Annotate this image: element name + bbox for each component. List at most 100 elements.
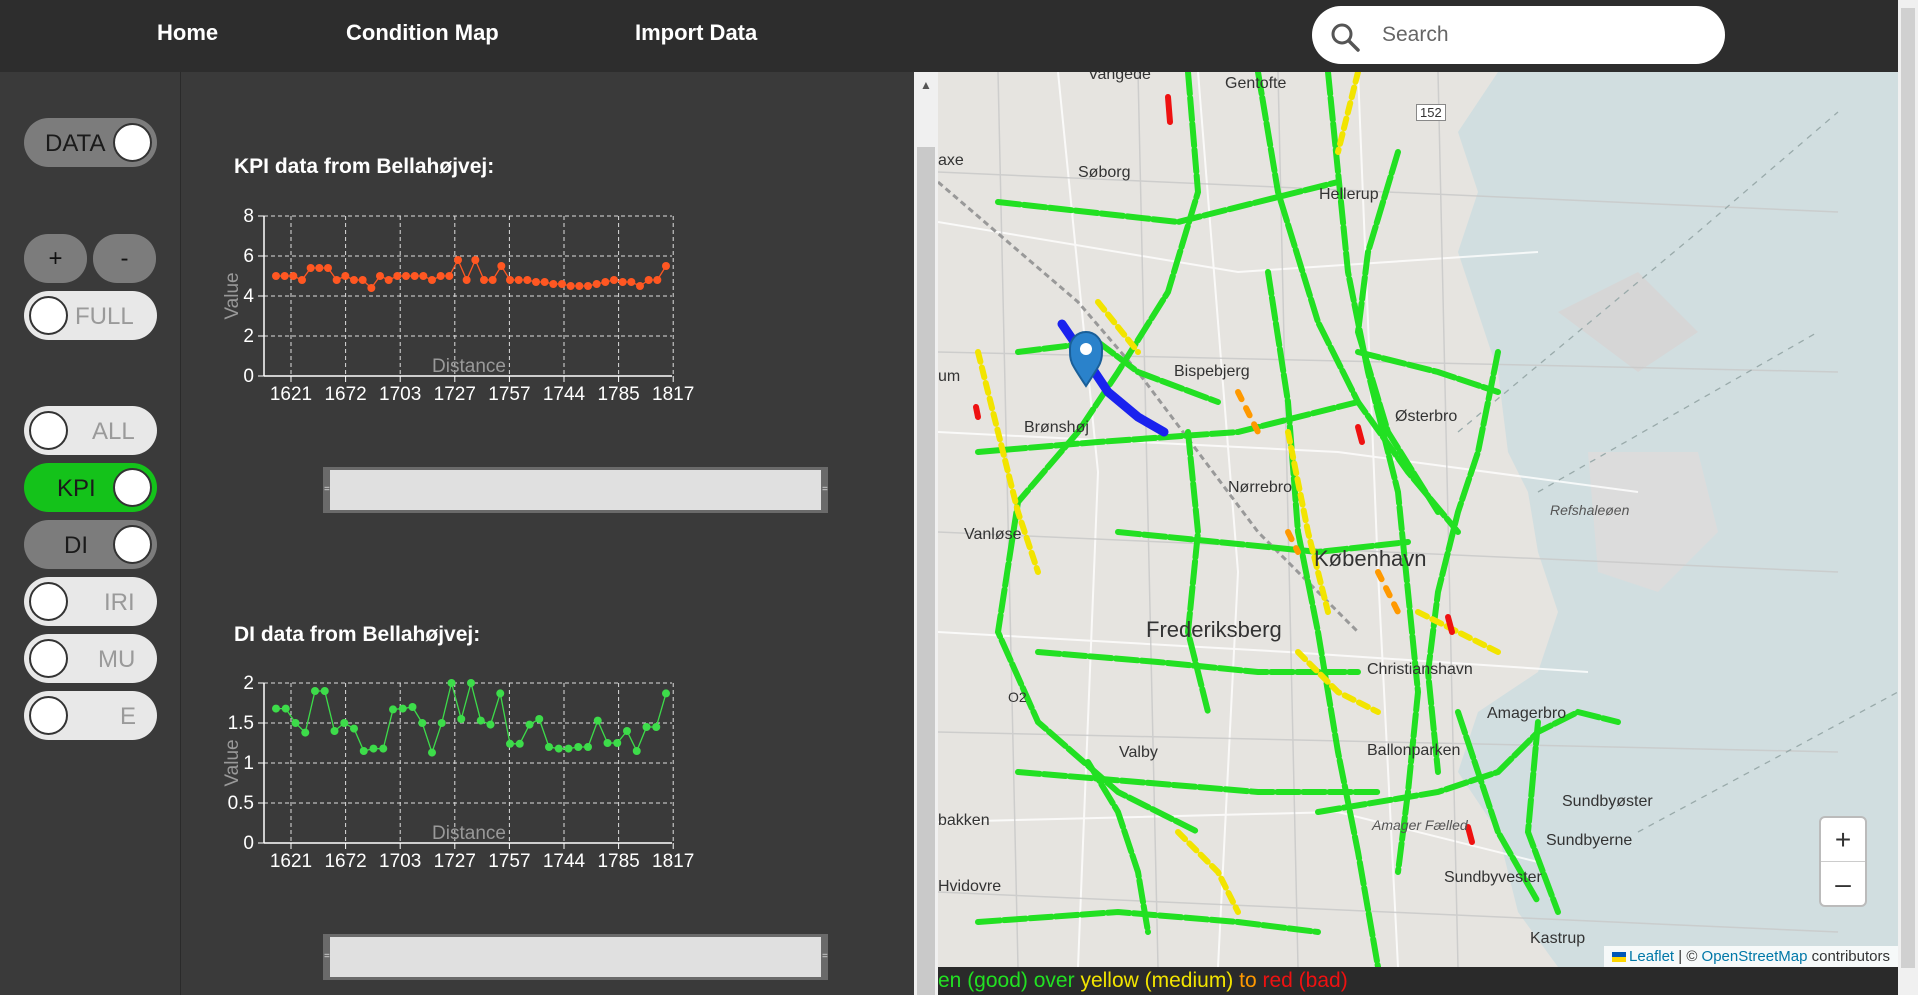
- layer-toggle-mu[interactable]: MU: [24, 634, 157, 683]
- layer-toggle-e[interactable]: E: [24, 691, 157, 740]
- map-label: Amager Fælled: [1372, 817, 1468, 833]
- toggle-knob: [29, 296, 68, 335]
- di-range-slider[interactable]: = =: [323, 934, 828, 980]
- map-label: Valby: [1119, 744, 1158, 761]
- x-tick-label: 1744: [543, 851, 586, 872]
- data-point: [445, 272, 454, 280]
- x-tick-label: 1757: [488, 851, 530, 872]
- data-point: [662, 689, 670, 698]
- map-label: Hellerup: [1319, 186, 1379, 203]
- data-point: [610, 276, 618, 284]
- data-point: [601, 278, 610, 286]
- kpi-range-slider[interactable]: = =: [323, 467, 828, 513]
- search-input[interactable]: [1382, 20, 1702, 50]
- data-point: [575, 282, 584, 290]
- data-point: [358, 276, 367, 284]
- data-point: [467, 679, 475, 687]
- x-tick-label: 1727: [434, 851, 476, 872]
- layer-toggle-iri[interactable]: IRI: [24, 577, 157, 626]
- map-attribution: Leaflet | © OpenStreetMap contributors: [1604, 946, 1898, 967]
- x-axis-label: Distance: [432, 356, 506, 377]
- map-label: Østerbro: [1395, 408, 1458, 425]
- data-point: [454, 256, 462, 264]
- nav-condition-map[interactable]: Condition Map: [346, 20, 499, 46]
- data-point: [367, 284, 376, 292]
- scrollbar-thumb[interactable]: [1901, 8, 1915, 968]
- nav-home[interactable]: Home: [157, 20, 218, 46]
- leaflet-link[interactable]: Leaflet: [1629, 948, 1674, 965]
- data-point: [315, 264, 324, 272]
- x-tick-label: 1621: [270, 384, 312, 405]
- x-tick-label: 1817: [652, 851, 694, 872]
- map-zoom-out-button[interactable]: –: [1821, 862, 1865, 906]
- data-point: [662, 262, 670, 270]
- data-point: [535, 715, 544, 723]
- data-point: [324, 264, 332, 272]
- data-point: [592, 280, 601, 288]
- legend-medium: yellow (medium): [1080, 969, 1234, 992]
- legend-bad: red (bad): [1262, 969, 1348, 992]
- zoom-out-button[interactable]: -: [93, 234, 156, 283]
- data-point: [480, 276, 488, 284]
- slider-range: [330, 937, 821, 977]
- y-axis-label: Value: [222, 272, 243, 319]
- data-point: [379, 744, 388, 753]
- data-point: [506, 276, 514, 284]
- panel-scrollbar[interactable]: ▲: [914, 72, 938, 995]
- toggle-knob: [113, 525, 152, 564]
- zoom-in-button[interactable]: +: [24, 234, 87, 283]
- map-zoom-control: + –: [1819, 816, 1867, 907]
- data-point: [653, 276, 662, 284]
- slider-handle-left[interactable]: =: [324, 952, 330, 962]
- data-point: [418, 719, 427, 727]
- map-label: Refshaleøen: [1550, 502, 1630, 518]
- data-point: [486, 720, 495, 729]
- slider-handle-right[interactable]: =: [822, 485, 828, 495]
- slider-handle-left[interactable]: =: [324, 485, 330, 495]
- y-tick-label: 1: [243, 753, 254, 774]
- search-icon: [1331, 23, 1360, 52]
- layer-sidebar: DATA + - FULL ALL KPI DI IRI MU E: [0, 72, 181, 995]
- data-point: [506, 739, 514, 748]
- data-point: [532, 278, 540, 286]
- y-tick-label: 4: [243, 286, 254, 307]
- data-point: [566, 282, 575, 290]
- y-tick-label: 0.5: [228, 793, 254, 814]
- data-point: [476, 716, 485, 725]
- search-bar[interactable]: [1312, 6, 1725, 64]
- data-toggle[interactable]: DATA: [24, 118, 157, 167]
- layer-toggle-di[interactable]: DI: [24, 520, 157, 569]
- nav-import-data[interactable]: Import Data: [635, 20, 757, 46]
- toggle-knob: [29, 411, 68, 450]
- map-label: O2: [1008, 689, 1027, 705]
- map-label: Frederiksberg: [1146, 617, 1282, 642]
- slider-handle-right[interactable]: =: [822, 952, 828, 962]
- layer-toggle-kpi[interactable]: KPI: [24, 463, 157, 512]
- scroll-up-arrow-icon[interactable]: ▲: [920, 78, 932, 92]
- map-label: København: [1314, 546, 1427, 571]
- osm-link[interactable]: OpenStreetMap: [1702, 948, 1808, 965]
- data-point: [623, 727, 631, 735]
- x-tick-label: 1621: [270, 851, 312, 872]
- map-label: Gentofte: [1225, 75, 1287, 92]
- condition-map[interactable]: Gentofte Søborg Hellerup Bispebjerg Brøn…: [938, 72, 1898, 967]
- layer-toggle-all[interactable]: ALL: [24, 406, 157, 455]
- scrollbar-thumb[interactable]: [917, 147, 935, 995]
- legend-to: to: [1233, 969, 1263, 992]
- data-point: [447, 679, 456, 687]
- data-point: [437, 719, 446, 727]
- page-scrollbar[interactable]: [1898, 0, 1918, 995]
- y-tick-label: 0: [243, 366, 254, 387]
- map-label: um: [938, 368, 961, 385]
- map-label: Sundbyvester: [1444, 869, 1542, 886]
- data-point: [618, 278, 627, 286]
- map-label: Vangede: [1088, 72, 1151, 83]
- data-point: [281, 704, 290, 713]
- slider-range: [330, 470, 821, 510]
- map-zoom-in-button[interactable]: +: [1821, 818, 1865, 862]
- map-label: axe: [938, 152, 964, 169]
- kpi-chart: 0 2 4 6 8 1621 1672 1703 1727 1757 1744 1785 1817 Dis…: [222, 206, 694, 405]
- data-point: [584, 282, 592, 290]
- full-toggle[interactable]: FULL: [24, 291, 157, 340]
- data-point: [514, 276, 523, 284]
